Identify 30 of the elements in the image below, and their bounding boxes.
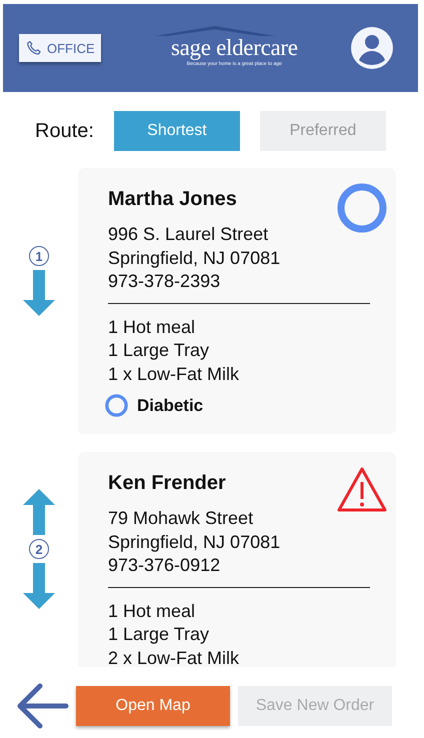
up-arrow-icon[interactable] bbox=[23, 489, 55, 535]
address-line: 79 Mohawk Street bbox=[108, 507, 254, 530]
meal-item: 1 Large Tray bbox=[108, 623, 210, 646]
meal-item: 1 Hot meal bbox=[108, 316, 196, 338]
address-line: 996 S. Laurel Street bbox=[108, 223, 270, 246]
open-map-button[interactable]: Open Map bbox=[76, 686, 230, 726]
account-icon[interactable] bbox=[350, 26, 394, 70]
client-name: Ken Frender bbox=[108, 472, 227, 495]
down-arrow-icon[interactable] bbox=[23, 563, 55, 609]
meal-item: 1 Hot meal bbox=[108, 600, 196, 622]
phone-icon bbox=[25, 39, 43, 57]
office-button[interactable]: OFFICE bbox=[19, 34, 101, 62]
diet-tag: Diabetic bbox=[137, 396, 204, 416]
phone-number: 973-376-0912 bbox=[108, 554, 222, 577]
route-option[interactable]: Shortest bbox=[114, 111, 240, 151]
circle-icon bbox=[104, 393, 129, 418]
logo-text: sage eldercare bbox=[170, 36, 298, 60]
meal-item: 1 x Low-Fat Milk bbox=[108, 362, 240, 386]
route-option[interactable]: Preferred bbox=[260, 111, 386, 151]
meal-item: 1 Large Tray bbox=[108, 339, 210, 362]
meal-item: 2 x Low-Fat Milk bbox=[108, 646, 240, 667]
stop-number: 1 bbox=[29, 246, 49, 266]
address-line: Springfield, NJ 07081 bbox=[108, 530, 282, 554]
stop-number: 2 bbox=[29, 539, 49, 559]
phone-number: 973-378-2393 bbox=[108, 270, 222, 293]
address-line: Springfield, NJ 07081 bbox=[108, 246, 282, 270]
back-arrow-icon[interactable] bbox=[16, 682, 70, 730]
client-name: Martha Jones bbox=[108, 188, 238, 211]
down-arrow-icon[interactable] bbox=[23, 270, 55, 316]
route-label: Route: bbox=[35, 120, 94, 142]
